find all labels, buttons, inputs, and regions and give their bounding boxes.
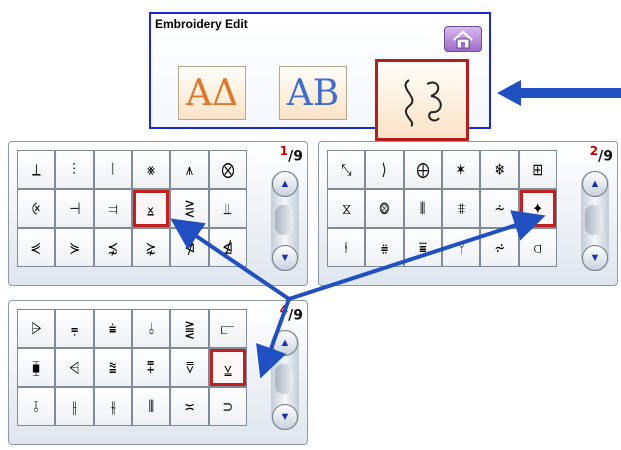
connector-arrows — [170, 210, 546, 379]
